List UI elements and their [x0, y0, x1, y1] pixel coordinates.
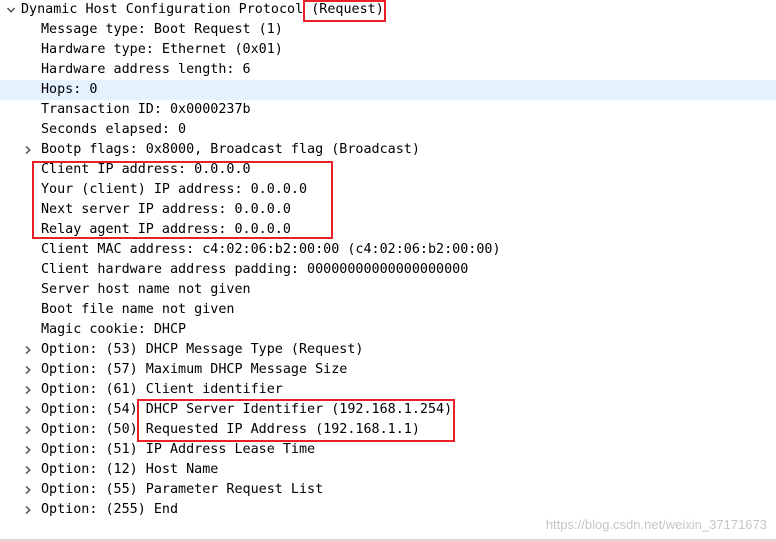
- tree-row-expandable[interactable]: Option: (12) Host Name: [0, 460, 776, 480]
- tree-label: Option: (61) Client identifier: [41, 382, 283, 397]
- tree-row-expandable[interactable]: Option: (61) Client identifier: [0, 380, 776, 400]
- tree-label: Option: (53) DHCP Message Type (Request): [41, 342, 364, 357]
- tree-label: Client MAC address: c4:02:06:b2:00:00 (c…: [41, 242, 501, 257]
- tree-label: Your (client) IP address: 0.0.0.0: [41, 182, 308, 197]
- tree-row-field[interactable]: Message type: Boot Request (1): [0, 20, 776, 40]
- chevron-right-icon[interactable]: [22, 460, 34, 480]
- tree-label: Transaction ID: 0x0000237b: [41, 102, 251, 117]
- chevron-right-icon[interactable]: [22, 380, 34, 400]
- tree-label: Option: (54) DHCP Server Identifier (192…: [41, 402, 453, 417]
- chevron-right-icon[interactable]: [22, 500, 34, 520]
- tree-label: Hardware type: Ethernet (0x01): [41, 42, 283, 57]
- tree-label: Dynamic Host Configuration Protocol (Req…: [21, 2, 384, 17]
- chevron-right-icon[interactable]: [22, 420, 34, 440]
- tree-row-field[interactable]: Relay agent IP address: 0.0.0.0: [0, 220, 776, 240]
- tree-label: Option: (50) Requested IP Address (192.1…: [41, 422, 420, 437]
- tree-row-field[interactable]: Seconds elapsed: 0: [0, 120, 776, 140]
- tree-label: Boot file name not given: [41, 302, 235, 317]
- tree-row-expandable[interactable]: Option: (50) Requested IP Address (192.1…: [0, 420, 776, 440]
- chevron-down-icon[interactable]: [5, 0, 17, 20]
- tree-row-field[interactable]: Client MAC address: c4:02:06:b2:00:00 (c…: [0, 240, 776, 260]
- watermark-text: https://blog.csdn.net/weixin_37171673: [545, 517, 767, 532]
- tree-row-expandable[interactable]: Option: (55) Parameter Request List: [0, 480, 776, 500]
- chevron-right-icon[interactable]: [22, 440, 34, 460]
- tree-row-expandable[interactable]: Option: (53) DHCP Message Type (Request): [0, 340, 776, 360]
- tree-label: Option: (55) Parameter Request List: [41, 482, 324, 497]
- tree-label: Magic cookie: DHCP: [41, 322, 187, 337]
- tree-label: Option: (51) IP Address Lease Time: [41, 442, 316, 457]
- chevron-right-icon[interactable]: [22, 360, 34, 380]
- packet-details-tree: Dynamic Host Configuration Protocol (Req…: [0, 0, 776, 520]
- tree-label: Next server IP address: 0.0.0.0: [41, 202, 291, 217]
- tree-label: Option: (255) End: [41, 502, 179, 517]
- tree-label: Seconds elapsed: 0: [41, 122, 187, 137]
- tree-row-field[interactable]: Boot file name not given: [0, 300, 776, 320]
- tree-label: Relay agent IP address: 0.0.0.0: [41, 222, 291, 237]
- tree-label: Message type: Boot Request (1): [41, 22, 283, 37]
- tree-row-field[interactable]: Next server IP address: 0.0.0.0: [0, 200, 776, 220]
- tree-label: Hops: 0: [41, 82, 98, 97]
- chevron-right-icon[interactable]: [22, 480, 34, 500]
- tree-row-expandable[interactable]: Bootp flags: 0x8000, Broadcast flag (Bro…: [0, 140, 776, 160]
- tree-label: Bootp flags: 0x8000, Broadcast flag (Bro…: [41, 142, 420, 157]
- tree-label: Option: (12) Host Name: [41, 462, 219, 477]
- tree-label: Option: (57) Maximum DHCP Message Size: [41, 362, 348, 377]
- tree-row-field[interactable]: Client IP address: 0.0.0.0: [0, 160, 776, 180]
- tree-label: Server host name not given: [41, 282, 251, 297]
- chevron-right-icon[interactable]: [22, 340, 34, 360]
- tree-row-dhcp[interactable]: Dynamic Host Configuration Protocol (Req…: [0, 0, 776, 20]
- tree-row-field[interactable]: Hardware type: Ethernet (0x01): [0, 40, 776, 60]
- tree-row-field[interactable]: Client hardware address padding: 0000000…: [0, 260, 776, 280]
- tree-row-field[interactable]: Hops: 0: [0, 80, 776, 100]
- tree-label: Hardware address length: 6: [41, 62, 251, 77]
- chevron-right-icon[interactable]: [22, 400, 34, 420]
- tree-row-field[interactable]: Magic cookie: DHCP: [0, 320, 776, 340]
- tree-label: Client IP address: 0.0.0.0: [41, 162, 251, 177]
- tree-row-field[interactable]: Hardware address length: 6: [0, 60, 776, 80]
- tree-row-expandable[interactable]: Option: (51) IP Address Lease Time: [0, 440, 776, 460]
- tree-row-field[interactable]: Your (client) IP address: 0.0.0.0: [0, 180, 776, 200]
- tree-row-field[interactable]: Transaction ID: 0x0000237b: [0, 100, 776, 120]
- tree-row-expandable[interactable]: Option: (54) DHCP Server Identifier (192…: [0, 400, 776, 420]
- chevron-right-icon[interactable]: [22, 140, 34, 160]
- tree-label: Client hardware address padding: 0000000…: [41, 262, 469, 277]
- tree-row-expandable[interactable]: Option: (57) Maximum DHCP Message Size: [0, 360, 776, 380]
- tree-row-field[interactable]: Server host name not given: [0, 280, 776, 300]
